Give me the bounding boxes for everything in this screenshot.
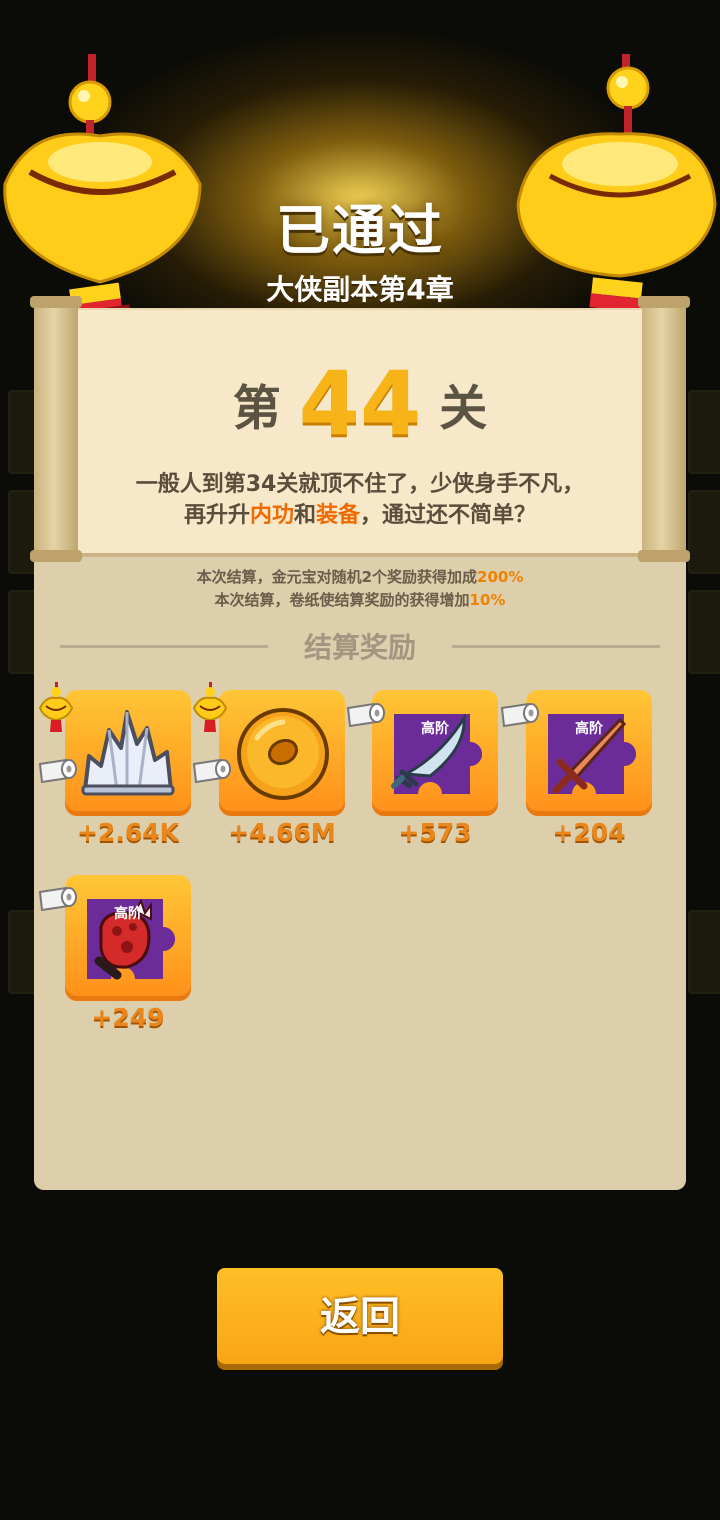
level-suffix: 关: [439, 380, 488, 437]
reward-card-saber-fragment[interactable]: 高阶: [372, 690, 498, 816]
background-tile: [688, 490, 720, 574]
reward-amount: +204: [552, 818, 626, 847]
paper-roll-badge-icon: [38, 886, 77, 912]
back-button[interactable]: 返回: [217, 1268, 503, 1364]
level-number: 44: [298, 352, 422, 455]
gold-ring-icon: [237, 708, 329, 800]
level-indicator: 第 44 关: [0, 352, 720, 455]
bonus-scroll-text: 本次结算，卷纸使结算奖励的获得增加10%: [214, 591, 506, 609]
level-message-line1: 一般人到第34关就顶不住了，少侠身手不凡，: [135, 472, 585, 497]
rewards-section-title: 结算奖励: [303, 631, 416, 664]
reward-amount: +249: [91, 1003, 165, 1032]
paper-roll-badge-icon: [500, 702, 539, 728]
tier-label: 高阶: [421, 721, 449, 737]
bonus-ingot-percent: 200%: [477, 568, 524, 586]
background-tile: [688, 910, 720, 994]
saber-fragment-icon: [391, 713, 482, 794]
sword-fragment-icon: [548, 714, 636, 794]
chapter-subtitle: 大侠副本第4章: [266, 273, 454, 306]
tier-label: 高阶: [575, 721, 603, 737]
paper-roll-badge-icon: [38, 758, 77, 784]
bonus-ingot-text: 本次结算，金元宝对随机2个奖励获得加成200%: [196, 568, 524, 586]
result-title: 已通过: [276, 199, 444, 262]
reward-card-gold[interactable]: [219, 690, 345, 816]
reward-amount: +4.66M: [228, 818, 336, 847]
bonus-scroll-percent: 10%: [469, 591, 506, 609]
level-message-line2: 再升升内功和装备，通过还不简单？: [183, 503, 537, 528]
crystal-icon: [81, 710, 175, 796]
ingot-bonus-badge-icon: [192, 682, 228, 732]
paper-roll-badge-icon: [192, 758, 231, 784]
ingot-bonus-badge-icon: [38, 682, 74, 732]
reward-card-crystal[interactable]: [65, 690, 191, 816]
reward-amount: +2.64K: [76, 818, 179, 847]
level-prefix: 第: [232, 380, 281, 437]
paper-roll-badge-icon: [346, 702, 385, 728]
highlight-equipment: 装备: [316, 503, 361, 528]
highlight-inner-power: 内功: [249, 503, 294, 528]
reward-card-sword-fragment[interactable]: 高阶: [526, 690, 652, 816]
reward-amount: +573: [398, 818, 472, 847]
glove-fragment-icon: [87, 898, 175, 980]
result-screen: 已通过 大侠副本第4章 第 44 关 一般人到第34关就顶不住了，少侠身手不凡， 再…: [0, 0, 720, 1520]
tier-label: 高阶: [114, 906, 142, 922]
reward-card-glove-fragment[interactable]: 高阶: [65, 875, 191, 1001]
